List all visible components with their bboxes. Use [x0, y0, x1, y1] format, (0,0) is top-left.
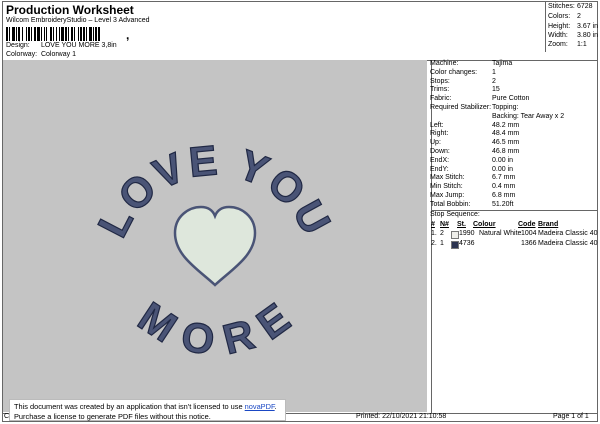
- design-preview: LOVE YOU MORE: [3, 60, 427, 412]
- spec-label: Machine:: [430, 60, 459, 67]
- width-value: 3.80 in: [577, 32, 599, 39]
- spec-label: Min Stitch:: [430, 183, 463, 191]
- seq-needle: 1: [440, 240, 444, 247]
- page-title: Production Worksheet: [6, 3, 134, 17]
- design-value: LOVE YOU MORE 3,8in: [40, 42, 117, 49]
- colors-value: 2: [577, 13, 581, 20]
- spec-label: Down:: [430, 148, 450, 155]
- spec-label: Right:: [430, 130, 449, 138]
- spec-value: 46.5 mm: [492, 139, 520, 147]
- seq-num: 1.: [431, 230, 437, 237]
- spec-label: Required Stabilizer:: [430, 104, 492, 111]
- seq-code: 1366: [521, 240, 537, 247]
- spec-value: 2: [492, 77, 496, 85]
- width-label: Width:: [548, 32, 568, 39]
- software-subtitle: Wilcom EmbroideryStudio – Level 3 Advanc…: [6, 17, 150, 24]
- spec-label: Up:: [430, 139, 441, 147]
- page-number: Page 1 of 1: [553, 413, 589, 420]
- design-row: Design: LOVE YOU MORE 3,8in: [6, 42, 117, 49]
- notice-line-1: This document was created by an applicat…: [14, 402, 281, 412]
- colors-label: Colors:: [548, 13, 571, 20]
- spec-value: 6.8 mm: [492, 192, 516, 199]
- stitches-value: 6728: [577, 3, 593, 10]
- notice-text-1: This document was created by an applicat…: [14, 402, 245, 411]
- col-header-code: Code: [518, 221, 536, 228]
- col-header-brand: Brand: [538, 221, 559, 228]
- colors-row: Colors: 2: [548, 13, 581, 20]
- spec-value: Pure Cotton: [492, 95, 530, 103]
- col-header-colour: Colour: [473, 221, 496, 228]
- spec-label: EndX:: [430, 156, 450, 164]
- spec-value: Topping:: [492, 104, 519, 111]
- novapdf-link[interactable]: novaPDF: [245, 402, 275, 411]
- notice-period: .: [274, 402, 277, 411]
- color-swatch: [451, 231, 459, 239]
- spec-label: EndY:: [430, 165, 449, 173]
- colorway-row: Colorway: Colorway 1: [6, 51, 76, 58]
- col-header-num: #: [431, 221, 435, 228]
- bottom-arc-lettering: MORE: [130, 292, 301, 364]
- spec-value: 46.8 mm: [492, 148, 520, 155]
- design-artwork: LOVE YOU MORE: [88, 136, 339, 365]
- spec-label: Color changes:: [430, 68, 478, 76]
- seq-brand: Madeira Classic 40: [538, 230, 598, 237]
- zoom-value: 1:1: [577, 41, 587, 48]
- spec-value: 51.20ft: [492, 200, 514, 208]
- col-header-st: St.: [457, 221, 466, 228]
- design-label: Design:: [6, 42, 30, 49]
- spec-label: Trims:: [430, 86, 450, 94]
- seq-needle: 2: [440, 230, 444, 237]
- spec-value: Tajima: [492, 60, 513, 67]
- stitches-row: Stitches: 6728: [548, 3, 593, 10]
- notice-line-2: Purchase a license to generate PDF files…: [14, 412, 211, 421]
- col-header-n: N#: [440, 221, 449, 228]
- stitches-label: Stitches:: [548, 3, 575, 10]
- spec-value: Backing: Tear Away x 2: [492, 112, 565, 120]
- spec-label: Left:: [430, 121, 444, 129]
- height-value: 3.67 in: [577, 23, 599, 30]
- barcode: [6, 27, 125, 41]
- spec-label: Total Bobbin:: [430, 200, 471, 208]
- heart-icon: [173, 205, 257, 287]
- colorway-label: Colorway:: [6, 51, 38, 58]
- barcode-bar: [100, 27, 101, 41]
- seq-colour: Natural White: [479, 230, 522, 237]
- spec-value: 1: [492, 68, 496, 76]
- stats-panel: Stitches: 6728 Colors: 2 Height: 3.67 in Wi…: [545, 2, 600, 52]
- spec-value: 48.2 mm: [492, 121, 520, 129]
- spec-value: 0.00 in: [492, 165, 514, 173]
- spec-value: 0.4 mm: [492, 183, 516, 191]
- spec-label: Max Jump:: [430, 192, 465, 199]
- spec-value: 15: [492, 86, 500, 94]
- seq-stitches: 1990: [459, 230, 475, 237]
- printed-timestamp: Printed: 22/10/2021 21:10:58: [356, 413, 447, 420]
- seq-brand: Madeira Classic 40: [538, 240, 598, 247]
- seq-stitches: 4736: [459, 240, 475, 247]
- color-swatch: [451, 241, 459, 249]
- zoom-row: Zoom: 1:1: [548, 41, 587, 48]
- width-row: Width: 3.80 in: [548, 32, 598, 39]
- stop-sequence-title: Stop Sequence:: [430, 211, 480, 218]
- zoom-label: Zoom:: [548, 41, 568, 48]
- spec-value: 48.4 mm: [492, 130, 520, 138]
- height-row: Height: 3.67 in: [548, 23, 598, 30]
- seq-num: 2.: [431, 240, 437, 247]
- barcode-suffix: ,: [126, 28, 130, 42]
- seq-code: 1004: [521, 230, 537, 237]
- spec-label: Stops:: [430, 77, 450, 85]
- height-label: Height:: [548, 23, 571, 30]
- spec-label: Fabric:: [430, 95, 452, 103]
- colorway-value: Colorway 1: [40, 51, 76, 58]
- license-notice: This document was created by an applicat…: [9, 399, 286, 421]
- spec-value: 6.7 mm: [492, 174, 516, 182]
- spec-label: Max Stitch:: [430, 174, 465, 182]
- spec-value: 0.00 in: [492, 156, 514, 164]
